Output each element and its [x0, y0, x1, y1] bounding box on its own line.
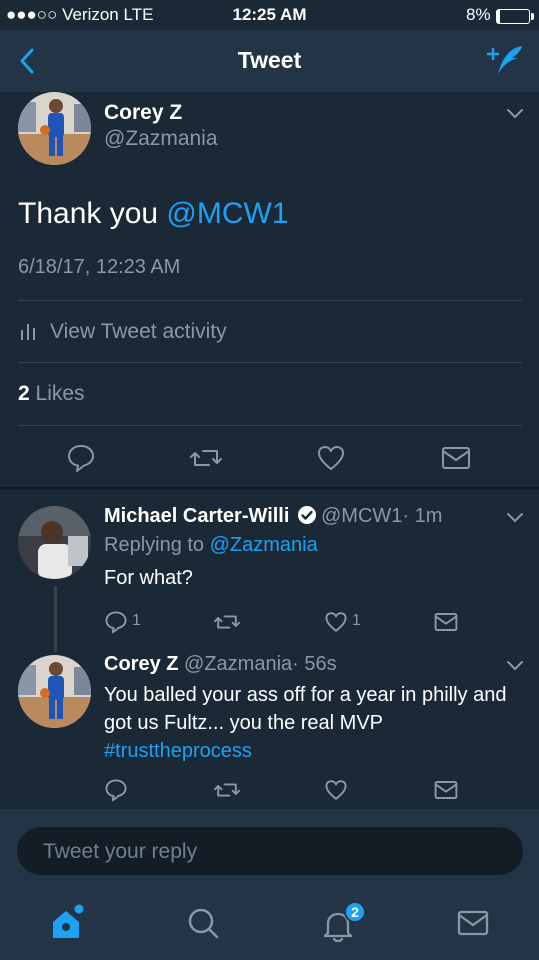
- profile-photo-icon: [18, 506, 91, 579]
- divider: [18, 425, 522, 426]
- section-separator: [0, 487, 539, 490]
- author-handle[interactable]: @Zazmania: [184, 653, 292, 675]
- reply-time: · 1m: [402, 505, 443, 527]
- author-name[interactable]: Corey Z: [104, 653, 178, 675]
- compose-tweet-icon: [486, 46, 522, 74]
- retweet-button[interactable]: [213, 610, 241, 634]
- chevron-down-icon: [507, 513, 523, 523]
- direct-message-button[interactable]: [434, 779, 458, 801]
- reply-text-body: You balled your ass off for a year in ph…: [104, 684, 507, 734]
- reply-header: Michael Carter-Willi @MCW1· 1m: [104, 505, 442, 528]
- compose-button[interactable]: [484, 42, 526, 80]
- retweet-icon: [214, 783, 240, 797]
- mention-link[interactable]: @MCW1: [166, 197, 288, 230]
- like-button[interactable]: [316, 443, 346, 473]
- like-button[interactable]: 1: [324, 610, 364, 634]
- home-icon: [53, 904, 84, 938]
- player-photo-icon: [18, 92, 91, 165]
- tweet-timestamp: 6/18/17, 12:23 AM: [18, 256, 181, 278]
- battery-percent: 8%: [466, 5, 491, 24]
- retweet-button[interactable]: [189, 443, 223, 473]
- thread-line: [54, 586, 57, 652]
- author-handle[interactable]: @Zazmania: [104, 127, 218, 151]
- nav-bar: Tweet: [0, 30, 539, 92]
- chevron-down-icon: [507, 661, 523, 671]
- direct-message-button[interactable]: [434, 611, 458, 633]
- reply-composer: Tweet your reply: [0, 809, 539, 889]
- tweet-detail: Corey Z @Zazmania Thank you @MCW1 6/18/1…: [0, 92, 539, 809]
- clock: 12:25 AM: [232, 5, 307, 24]
- chevron-down-icon: [507, 109, 523, 119]
- likes-label: Likes: [29, 382, 85, 405]
- reply-text: You balled your ass off for a year in ph…: [104, 681, 514, 765]
- like-button[interactable]: [324, 778, 348, 802]
- reply-button[interactable]: [104, 778, 128, 802]
- heart-icon: [318, 446, 344, 470]
- avatar[interactable]: [18, 506, 91, 579]
- player-photo-icon: [18, 655, 91, 728]
- avatar[interactable]: [18, 92, 91, 165]
- likes-count-link[interactable]: 2 Likes: [18, 382, 85, 406]
- tweet-text: Thank you @MCW1: [18, 197, 289, 231]
- reply-header: Corey Z @Zazmania· 56s: [104, 653, 337, 676]
- tweet-text-body: Thank you: [18, 197, 167, 230]
- page-title: Tweet: [237, 47, 302, 73]
- view-tweet-activity-button[interactable]: View Tweet activity: [18, 310, 522, 354]
- divider: [18, 362, 522, 363]
- verified-badge-icon: [297, 506, 316, 524]
- reply-time: · 56s: [292, 653, 337, 675]
- tweet-menu-button[interactable]: [503, 106, 527, 122]
- reply-count: 1: [132, 612, 141, 629]
- tab-search[interactable]: [186, 906, 220, 940]
- view-tweet-activity-label: View Tweet activity: [50, 320, 227, 343]
- reply-input[interactable]: Tweet your reply: [17, 827, 523, 875]
- likes-count: 2: [18, 382, 30, 405]
- replying-to: Replying to @Zazmania: [104, 534, 318, 557]
- reply-button[interactable]: [66, 443, 96, 473]
- activity-chart-icon: [21, 324, 35, 340]
- reply-text: For what?: [104, 567, 193, 589]
- author-handle[interactable]: @MCW1: [321, 505, 402, 527]
- search-icon: [188, 908, 219, 939]
- author-name[interactable]: Corey Z: [104, 101, 182, 125]
- notification-badge: 2: [344, 901, 366, 923]
- divider: [18, 300, 522, 301]
- like-count: 1: [352, 612, 361, 629]
- direct-message-button[interactable]: [441, 445, 471, 471]
- tab-notifications[interactable]: 2: [320, 901, 368, 943]
- tab-bar: 2: [0, 889, 539, 960]
- avatar[interactable]: [18, 655, 91, 728]
- tab-home[interactable]: [48, 903, 88, 943]
- battery-tip: [531, 13, 534, 20]
- heart-icon: [325, 612, 347, 632]
- reply-icon: [105, 611, 127, 634]
- retweet-button[interactable]: [213, 778, 241, 802]
- retweet-icon: [214, 615, 240, 629]
- envelope-icon: [457, 910, 489, 936]
- retweet-icon: [190, 450, 222, 466]
- hashtag-link[interactable]: #trusttheprocess: [104, 740, 252, 762]
- reply-icon: [105, 779, 127, 802]
- tab-messages[interactable]: [457, 909, 489, 937]
- envelope-icon: [434, 781, 458, 799]
- heart-icon: [325, 780, 347, 800]
- reply-icon: [68, 445, 94, 472]
- battery-icon: [496, 9, 530, 24]
- mention-link[interactable]: @Zazmania: [210, 534, 318, 556]
- replying-to-label: Replying to: [104, 534, 210, 556]
- tweet-menu-button[interactable]: [503, 510, 527, 526]
- reply-button[interactable]: 1: [104, 610, 144, 634]
- envelope-icon: [442, 447, 470, 469]
- status-bar: ●●●○○ Verizon LTE 12:25 AM 8%: [0, 0, 539, 30]
- envelope-icon: [434, 613, 458, 631]
- tweet-menu-button[interactable]: [503, 658, 527, 674]
- author-name[interactable]: Michael Carter-Willi: [104, 505, 289, 527]
